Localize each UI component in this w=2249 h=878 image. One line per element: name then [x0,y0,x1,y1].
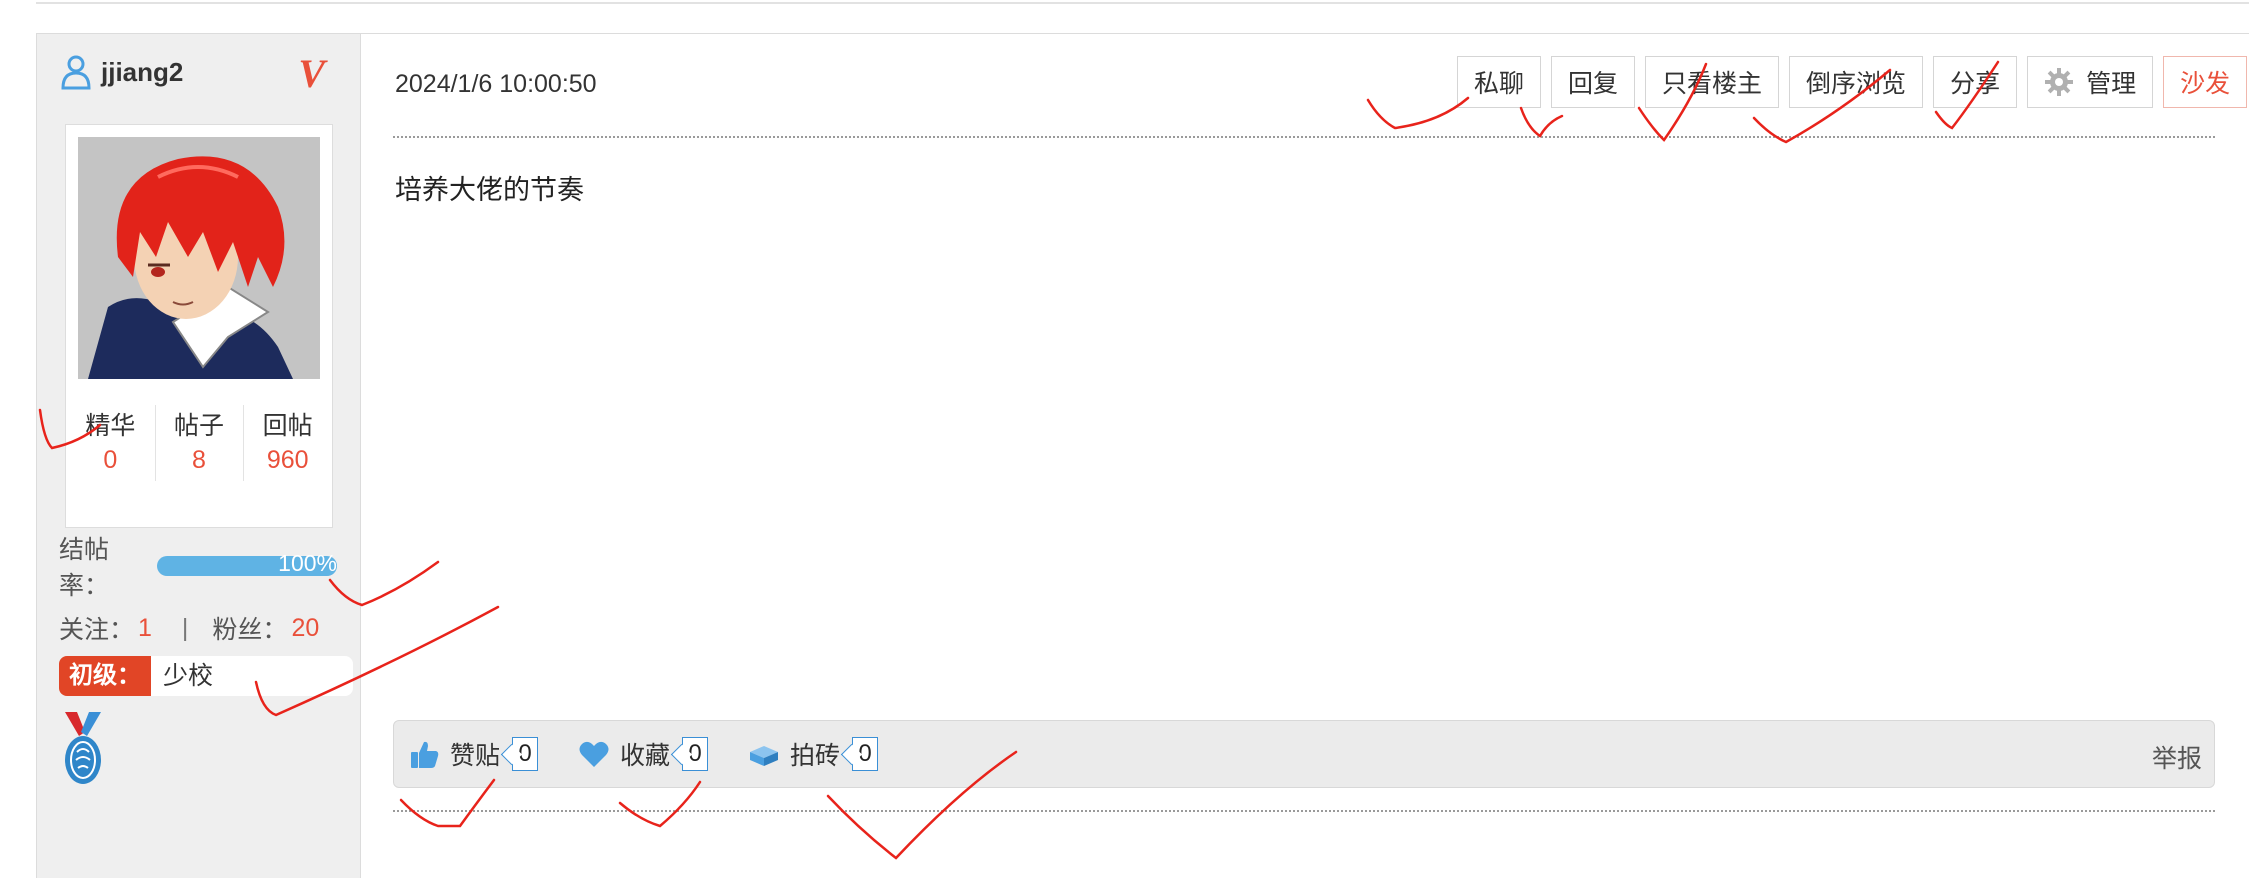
heart-icon [579,741,609,767]
favorite-count: 0 [682,737,709,771]
stat-posts[interactable]: 帖子 8 [154,397,244,507]
rank-name: 少校 [151,656,353,696]
stat-replies[interactable]: 回帖 960 [243,397,332,507]
footer-divider [393,810,2215,812]
like-label: 赞贴 [450,742,501,770]
medal-icon[interactable] [59,710,107,788]
post-action-bar: 私聊 回复 只看楼主 倒序浏览 分享 管理 沙发 [1457,56,2248,110]
like-button[interactable]: 赞贴 0 [408,736,539,772]
top-divider [36,0,2249,4]
completion-rate-value: 100% [278,550,337,576]
brick-icon [750,746,779,766]
private-message-button[interactable]: 私聊 [1457,56,1542,108]
avatar-card: 精华 0 帖子 8 回帖 960 [65,124,333,528]
manage-label: 管理 [2086,70,2137,98]
completion-rate-label: 结帖率： [59,536,110,600]
share-button[interactable]: 分享 [1933,56,2018,108]
post-main: 2024/1/6 10:00:50 私聊 回复 只看楼主 倒序浏览 分享 管理 … [393,34,2249,878]
stat-label: 回帖 [262,412,313,440]
favorite-label: 收藏 [620,742,671,770]
brick-count: 0 [852,737,879,771]
post-date: 2024/1/6 10:00:50 [395,70,597,98]
sofa-button[interactable]: 沙发 [2163,56,2248,108]
reply-button[interactable]: 回复 [1551,56,1636,108]
follow-label: 关注： [59,616,135,644]
username-row: jjiang2 V [59,51,349,96]
thumbs-up-icon [411,741,439,768]
like-count: 0 [512,737,539,771]
favorite-button[interactable]: 收藏 0 [578,736,709,772]
fans-label: 粉丝： [212,616,288,644]
header-divider [393,136,2215,138]
avatar[interactable] [78,137,320,379]
only-author-button[interactable]: 只看楼主 [1645,56,1780,108]
follow-separator: | [181,613,189,642]
post-body: 培养大佬的节奏 [395,175,584,205]
user-stats: 精华 0 帖子 8 回帖 960 [66,397,332,507]
user-panel: jjiang2 V 精华 0 帖子 8 回帖 960 结帖率： 100% 关注：… [37,34,361,878]
fans-count[interactable]: 20 [291,614,319,643]
follow-row: 关注： 1 | 粉丝： 20 [59,608,319,648]
completion-rate: 结帖率： 100% [59,536,359,600]
forum-post: jjiang2 V 精华 0 帖子 8 回帖 960 结帖率： 100% 关注：… [36,33,2249,878]
completion-rate-bar: 100% [157,550,337,576]
report-link[interactable]: 举报 [2152,739,2202,775]
stat-value: 8 [192,446,206,474]
rank-badge: 初级： [59,656,151,696]
brick-label: 拍砖 [790,742,841,770]
stat-essence[interactable]: 精华 0 [66,397,155,507]
follow-count[interactable]: 1 [138,614,152,643]
vip-icon: V [298,51,325,96]
stat-label: 帖子 [174,412,225,440]
manage-button[interactable]: 管理 [2027,56,2154,108]
reverse-order-button[interactable]: 倒序浏览 [1789,56,1924,108]
stat-value: 0 [103,446,118,474]
stat-label: 精华 [85,412,136,440]
user-icon [61,55,91,90]
post-feedback-bar: 赞贴 0 收藏 0 拍砖 0 举报 [393,720,2215,788]
user-rank: 初级： 少校 [59,656,353,696]
stat-value: 960 [266,446,309,474]
username-link[interactable]: jjiang2 [101,57,183,88]
brick-button[interactable]: 拍砖 0 [748,736,879,772]
avatar-picture [78,137,320,379]
gear-icon [2045,68,2074,96]
